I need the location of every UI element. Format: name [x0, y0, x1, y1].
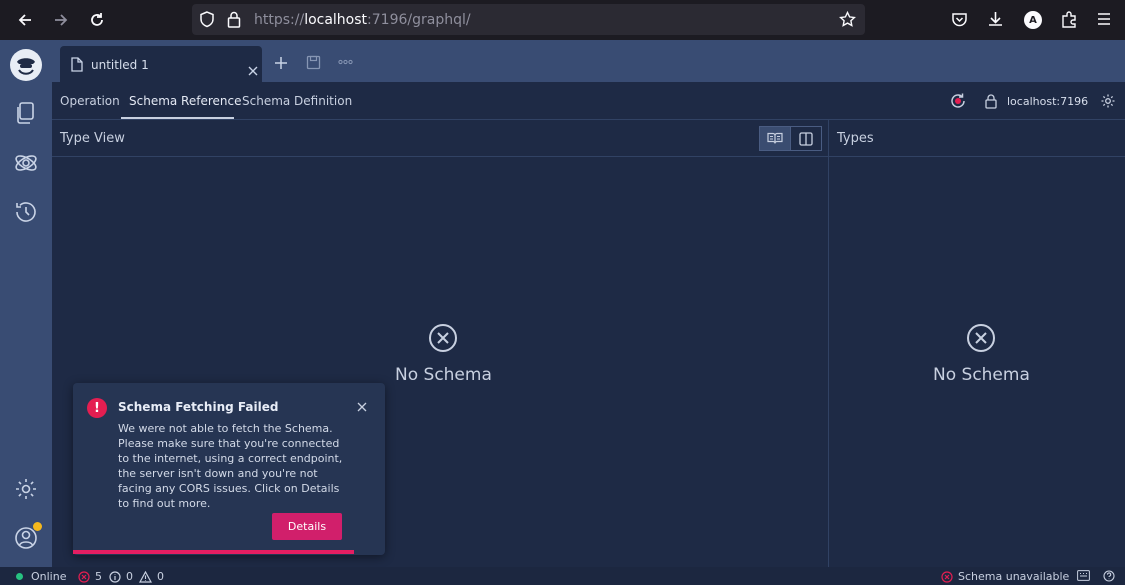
status-bar: Online 5 0 0 Schema unavailable [0, 567, 1125, 585]
star-icon[interactable] [839, 11, 856, 28]
type-view-empty-state: No Schema [395, 323, 492, 385]
no-schema-x-icon [966, 323, 996, 353]
help-icon[interactable] [1103, 570, 1115, 582]
type-view-title: Type View [60, 131, 125, 146]
save-icon[interactable] [306, 55, 321, 70]
schema-status-label: Schema unavailable [958, 570, 1070, 583]
reload-icon[interactable] [84, 7, 110, 33]
schema-error-icon [941, 570, 953, 583]
back-arrow-icon[interactable] [12, 7, 38, 33]
infos-count[interactable]: 0 [109, 570, 133, 583]
errors-value: 5 [95, 570, 102, 583]
types-header: Types [829, 120, 1125, 157]
history-icon[interactable] [13, 199, 39, 225]
online-label: Online [31, 570, 67, 583]
account-avatar-icon[interactable]: A [1024, 11, 1042, 29]
download-icon[interactable] [987, 10, 1004, 28]
schema-status[interactable]: Schema unavailable [941, 570, 1069, 583]
url-scheme: https:// [254, 12, 305, 28]
type-view-header: Type View [52, 120, 828, 157]
tab-schema-definition[interactable]: Schema Definition [242, 94, 352, 108]
forward-arrow-icon[interactable] [48, 7, 74, 33]
toast-message: We were not able to fetch the Schema. Pl… [118, 422, 343, 510]
url-path: :7196/graphql/ [367, 12, 471, 28]
new-tab-plus-icon[interactable] [273, 55, 289, 71]
split-columns-icon [799, 131, 813, 146]
tab-schema-reference[interactable]: Schema Reference [129, 94, 242, 108]
infos-value: 0 [126, 570, 133, 583]
pocket-icon[interactable] [951, 11, 968, 28]
error-circle-icon [78, 570, 90, 583]
types-empty-state: No Schema [933, 323, 1030, 385]
toast-close-icon[interactable] [356, 401, 368, 413]
menu-icon[interactable] [1096, 11, 1112, 27]
warning-triangle-icon [139, 570, 152, 583]
book-icon [767, 132, 783, 144]
connection-lock-icon[interactable] [985, 94, 997, 109]
url-text[interactable]: https://localhost:7196/graphql/ [254, 12, 471, 28]
document-tab[interactable]: untitled 1 [60, 46, 262, 82]
warnings-count[interactable]: 0 [139, 570, 164, 583]
file-icon [71, 57, 83, 72]
details-button[interactable]: Details [272, 513, 342, 540]
notification-dot [33, 522, 42, 531]
settings-gear-icon[interactable] [13, 476, 39, 502]
document-tab-strip: untitled 1 [52, 40, 1125, 82]
schema-refresh-icon[interactable] [949, 92, 967, 110]
errors-count[interactable]: 5 [78, 570, 102, 583]
extensions-icon[interactable] [1060, 10, 1078, 28]
split-view-toggle[interactable] [790, 126, 822, 151]
tab-operation[interactable]: Operation [60, 94, 120, 108]
browser-toolbar: https://localhost:7196/graphql/ A [0, 0, 1125, 40]
close-tab-icon[interactable] [246, 64, 260, 78]
online-status[interactable]: Online [16, 570, 66, 583]
documents-icon[interactable] [13, 100, 39, 126]
document-tab-label: untitled 1 [91, 58, 149, 72]
banana-cake-pop-logo [10, 49, 42, 81]
schema-error-toast: ! Schema Fetching Failed We were not abl… [73, 383, 385, 555]
keyboard-shortcuts-icon[interactable] [1077, 570, 1090, 581]
more-options-icon[interactable] [338, 59, 353, 65]
info-circle-icon [109, 570, 121, 583]
account-initial: A [1024, 11, 1042, 29]
no-schema-x-icon [428, 323, 458, 353]
toast-title: Schema Fetching Failed [118, 400, 279, 414]
types-title: Types [837, 131, 874, 146]
toast-timer-progress [73, 550, 354, 554]
active-tab-indicator [121, 117, 234, 119]
schema-explorer-icon[interactable] [13, 150, 39, 176]
document-toolbar: Operation Schema Reference Schema Defini… [52, 82, 1125, 120]
endpoint-label[interactable]: localhost:7196 [1007, 95, 1088, 108]
warnings-value: 0 [157, 570, 164, 583]
app-sidebar [0, 40, 52, 567]
lock-icon[interactable] [227, 11, 241, 28]
type-view-empty-label: No Schema [395, 365, 492, 385]
types-empty-label: No Schema [933, 365, 1030, 385]
online-dot-icon [16, 573, 23, 580]
panel-divider[interactable] [828, 120, 829, 567]
shield-icon[interactable] [199, 11, 215, 28]
connection-settings-icon[interactable] [1100, 93, 1116, 109]
url-host: localhost [304, 12, 368, 28]
url-bar[interactable]: https://localhost:7196/graphql/ [192, 4, 865, 35]
book-view-toggle[interactable] [759, 126, 791, 151]
error-exclamation-icon: ! [87, 398, 107, 418]
